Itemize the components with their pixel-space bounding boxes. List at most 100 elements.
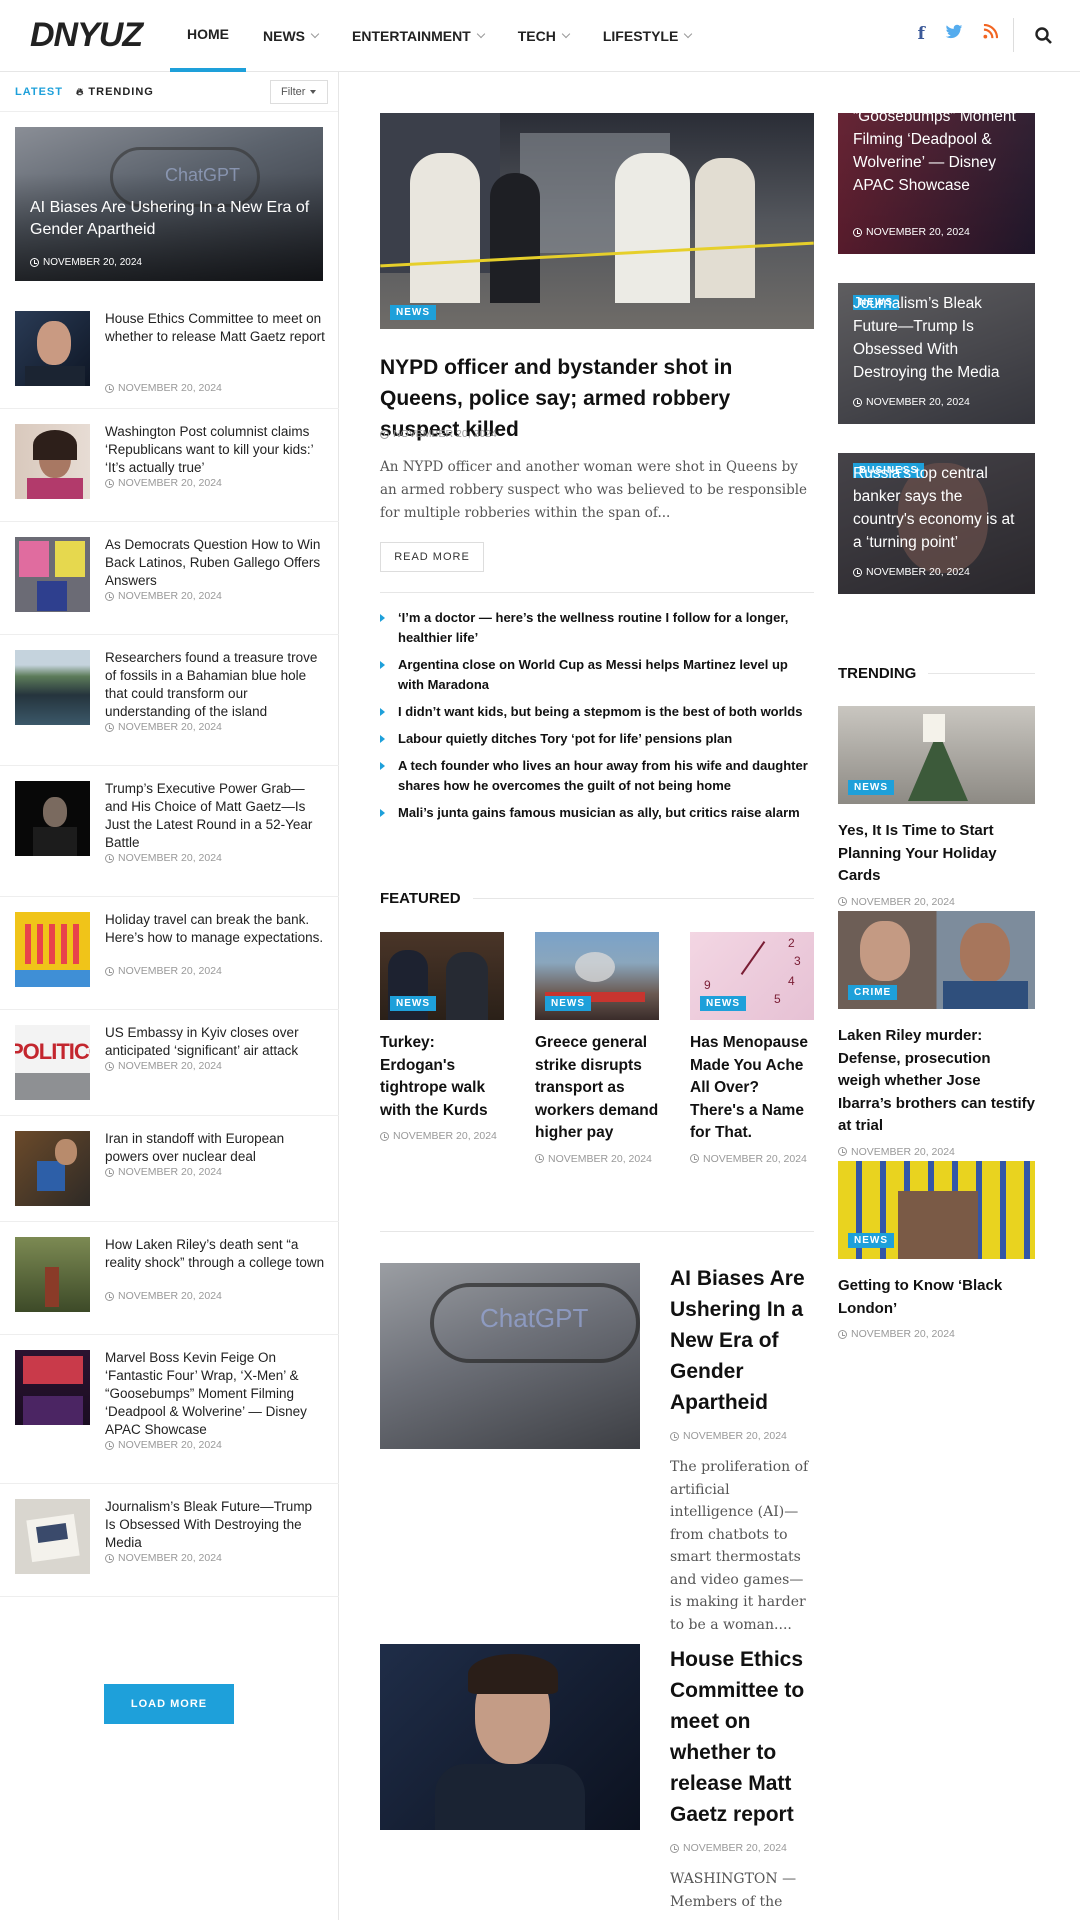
clock-icon bbox=[105, 1061, 114, 1071]
overlay-card-title[interactable]: Journalism’s Bleak Future—Trump Is Obses… bbox=[853, 292, 1023, 384]
list-item-date: NOVEMBER 20, 2024 bbox=[105, 590, 222, 602]
list-item[interactable]: Holiday travel can break the bank. Here’… bbox=[0, 897, 339, 1010]
trending-card[interactable]: CRIME Laken Riley murder: Defense, prose… bbox=[838, 911, 1035, 1158]
header-divider bbox=[1013, 18, 1014, 52]
overlay-card-date: NOVEMBER 20, 2024 bbox=[853, 226, 970, 238]
overlay-card-title[interactable]: Russia's top central banker says the cou… bbox=[853, 462, 1023, 554]
related-link[interactable]: Labour quietly ditches Tory ‘pot for lif… bbox=[380, 729, 814, 749]
list-item[interactable]: House Ethics Committee to meet on whethe… bbox=[0, 296, 339, 409]
article-row[interactable]: ChatGPT AI Biases Are Ushering In a New … bbox=[380, 1263, 814, 1633]
featured-title[interactable]: Has Menopause Made You Ache All Over? Th… bbox=[690, 1032, 814, 1145]
overlay-card[interactable]: NEWS Journalism’s Bleak Future—Trump Is … bbox=[838, 283, 1035, 424]
related-link[interactable]: I didn’t want kids, but being a stepmom … bbox=[380, 702, 814, 722]
related-link[interactable]: ‘I’m a doctor — here’s the wellness rout… bbox=[380, 608, 814, 648]
search-icon[interactable] bbox=[1034, 26, 1054, 46]
category-badge[interactable]: NEWS bbox=[700, 996, 746, 1011]
list-item-title[interactable]: Marvel Boss Kevin Feige On ‘Fantastic Fo… bbox=[105, 1349, 325, 1439]
site-header: DNYUZ HOME NEWS ENTERTAINMENT TECH LIFES… bbox=[0, 0, 1080, 72]
nav-item-entertainment[interactable]: ENTERTAINMENT bbox=[335, 0, 501, 72]
list-item-date: NOVEMBER 20, 2024 bbox=[105, 477, 222, 489]
overlay-card-title[interactable]: “Goosebumps” Moment Filming ‘Deadpool & … bbox=[853, 113, 1023, 197]
list-item[interactable]: How Laken Riley’s death sent “a reality … bbox=[0, 1222, 339, 1335]
category-badge[interactable]: NEWS bbox=[390, 996, 436, 1011]
list-item[interactable]: Marvel Boss Kevin Feige On ‘Fantastic Fo… bbox=[0, 1335, 339, 1484]
feature-title[interactable]: AI Biases Are Ushering In a New Era of G… bbox=[30, 197, 315, 241]
nav-item-lifestyle[interactable]: LIFESTYLE bbox=[586, 0, 708, 72]
chevron-down-icon bbox=[476, 29, 485, 39]
list-item[interactable]: Trump’s Executive Power Grab—and His Cho… bbox=[0, 766, 339, 897]
article-title[interactable]: House Ethics Committee to meet on whethe… bbox=[670, 1644, 814, 1830]
article-title[interactable]: AI Biases Are Ushering In a New Era of G… bbox=[670, 1263, 814, 1418]
article-row[interactable]: House Ethics Committee to meet on whethe… bbox=[380, 1644, 814, 1920]
clock-icon bbox=[105, 1167, 114, 1177]
list-item-title[interactable]: US Embassy in Kyiv closes over anticipat… bbox=[105, 1024, 325, 1060]
hero-excerpt: An NYPD officer and another woman were s… bbox=[380, 459, 808, 521]
related-link[interactable]: Argentina close on World Cup as Messi he… bbox=[380, 655, 814, 695]
featured-title[interactable]: Turkey: Erdogan's tightrope walk with th… bbox=[380, 1032, 504, 1122]
category-badge[interactable]: NEWS bbox=[848, 780, 894, 795]
featured-card[interactable]: NEWS Turkey: Erdogan's tightrope walk wi… bbox=[380, 932, 504, 1142]
tab-trending[interactable]: 🔥︎ TRENDING bbox=[76, 86, 154, 98]
sidebar-feature-card[interactable]: ChatGPT AI Biases Are Ushering In a New … bbox=[15, 127, 323, 281]
list-item[interactable]: Washington Post columnist claims ‘Republ… bbox=[0, 409, 339, 522]
flame-icon: 🔥︎ bbox=[76, 87, 85, 98]
overlay-card[interactable]: “Goosebumps” Moment Filming ‘Deadpool & … bbox=[838, 113, 1035, 254]
twitter-icon[interactable] bbox=[945, 24, 963, 40]
list-item-title[interactable]: How Laken Riley’s death sent “a reality … bbox=[105, 1236, 325, 1272]
featured-title[interactable]: Greece general strike disrupts transport… bbox=[535, 1032, 659, 1145]
load-more-button[interactable]: LOAD MORE bbox=[104, 1684, 234, 1724]
list-item[interactable]: Researchers found a treasure trove of fo… bbox=[0, 635, 339, 766]
related-link[interactable]: Mali’s junta gains famous musician as al… bbox=[380, 803, 814, 823]
trending-title[interactable]: Getting to Know ‘Black London’ bbox=[838, 1275, 1035, 1320]
site-logo[interactable]: DNYUZ bbox=[30, 16, 143, 55]
nav-item-news[interactable]: NEWS bbox=[246, 0, 335, 72]
related-link[interactable]: A tech founder who lives an hour away fr… bbox=[380, 756, 814, 796]
category-badge[interactable]: NEWS bbox=[848, 1233, 894, 1248]
erdogan-image: NEWS bbox=[380, 932, 504, 1020]
filter-label: Filter bbox=[281, 86, 306, 98]
list-item-title[interactable]: House Ethics Committee to meet on whethe… bbox=[105, 310, 325, 346]
overlay-card-date: NOVEMBER 20, 2024 bbox=[853, 396, 970, 408]
list-item-title[interactable]: Washington Post columnist claims ‘Republ… bbox=[105, 423, 325, 477]
list-item[interactable]: As Democrats Question How to Win Back La… bbox=[0, 522, 339, 635]
list-item[interactable]: Journalism’s Bleak Future—Trump Is Obses… bbox=[0, 1484, 339, 1597]
category-badge[interactable]: CRIME bbox=[848, 985, 898, 1000]
trending-card[interactable]: NEWS Yes, It Is Time to Start Planning Y… bbox=[838, 706, 1035, 908]
list-item-title[interactable]: Holiday travel can break the bank. Here’… bbox=[105, 911, 325, 947]
list-item[interactable]: Iran in standoff with European powers ov… bbox=[0, 1116, 339, 1222]
list-item-title[interactable]: Researchers found a treasure trove of fo… bbox=[105, 649, 325, 721]
category-badge[interactable]: NEWS bbox=[545, 996, 591, 1011]
sidebar-tabs: LATEST 🔥︎ TRENDING Filter bbox=[0, 72, 338, 112]
columnist-thumbnail bbox=[15, 424, 90, 499]
feature-date: NOVEMBER 20, 2024 bbox=[30, 257, 142, 268]
featured-card[interactable]: 2 3 4 5 9 NEWS Has Menopause Made You Ac… bbox=[690, 932, 814, 1165]
nav-item-home[interactable]: HOME bbox=[170, 0, 246, 72]
article-excerpt: WASHINGTON — Members of the bbox=[670, 1871, 797, 1910]
hero-date: NOVEMBER 20, 2024 bbox=[380, 428, 497, 440]
list-item[interactable]: POLITICO US Embassy in Kyiv closes over … bbox=[0, 1010, 339, 1116]
greece-strike-image: NEWS bbox=[535, 932, 659, 1020]
category-badge[interactable]: NEWS bbox=[390, 305, 436, 320]
trending-card[interactable]: NEWS Getting to Know ‘Black London’ NOVE… bbox=[838, 1161, 1035, 1340]
main-nav: HOME NEWS ENTERTAINMENT TECH LIFESTYLE bbox=[170, 0, 708, 72]
list-item-title[interactable]: Trump’s Executive Power Grab—and His Cho… bbox=[105, 780, 325, 852]
nav-item-tech[interactable]: TECH bbox=[501, 0, 586, 72]
article-text: House Ethics Committee to meet on whethe… bbox=[670, 1644, 814, 1913]
hero-image[interactable]: NEWS bbox=[380, 113, 814, 329]
trending-title[interactable]: Yes, It Is Time to Start Planning Your H… bbox=[838, 820, 1035, 888]
article-date: NOVEMBER 20, 2024 bbox=[670, 1430, 814, 1442]
clock-icon bbox=[105, 1440, 114, 1450]
latest-sidebar: LATEST 🔥︎ TRENDING Filter ChatGPT AI Bia… bbox=[0, 72, 339, 1920]
trending-title[interactable]: Laken Riley murder: Defense, prosecution… bbox=[838, 1025, 1035, 1138]
rss-icon[interactable] bbox=[983, 24, 998, 39]
overlay-card[interactable]: BUSINESS Russia's top central banker say… bbox=[838, 453, 1035, 594]
read-more-button[interactable]: READ MORE bbox=[380, 542, 484, 572]
list-item-title[interactable]: As Democrats Question How to Win Back La… bbox=[105, 536, 325, 590]
featured-card[interactable]: NEWS Greece general strike disrupts tran… bbox=[535, 932, 659, 1165]
tab-latest[interactable]: LATEST bbox=[15, 86, 63, 98]
list-item-title[interactable]: Journalism’s Bleak Future—Trump Is Obses… bbox=[105, 1498, 325, 1552]
filter-dropdown[interactable]: Filter bbox=[270, 80, 328, 104]
list-item-title[interactable]: Iran in standoff with European powers ov… bbox=[105, 1130, 325, 1166]
facebook-icon[interactable]: f bbox=[918, 24, 925, 44]
chevron-down-icon bbox=[310, 29, 320, 39]
